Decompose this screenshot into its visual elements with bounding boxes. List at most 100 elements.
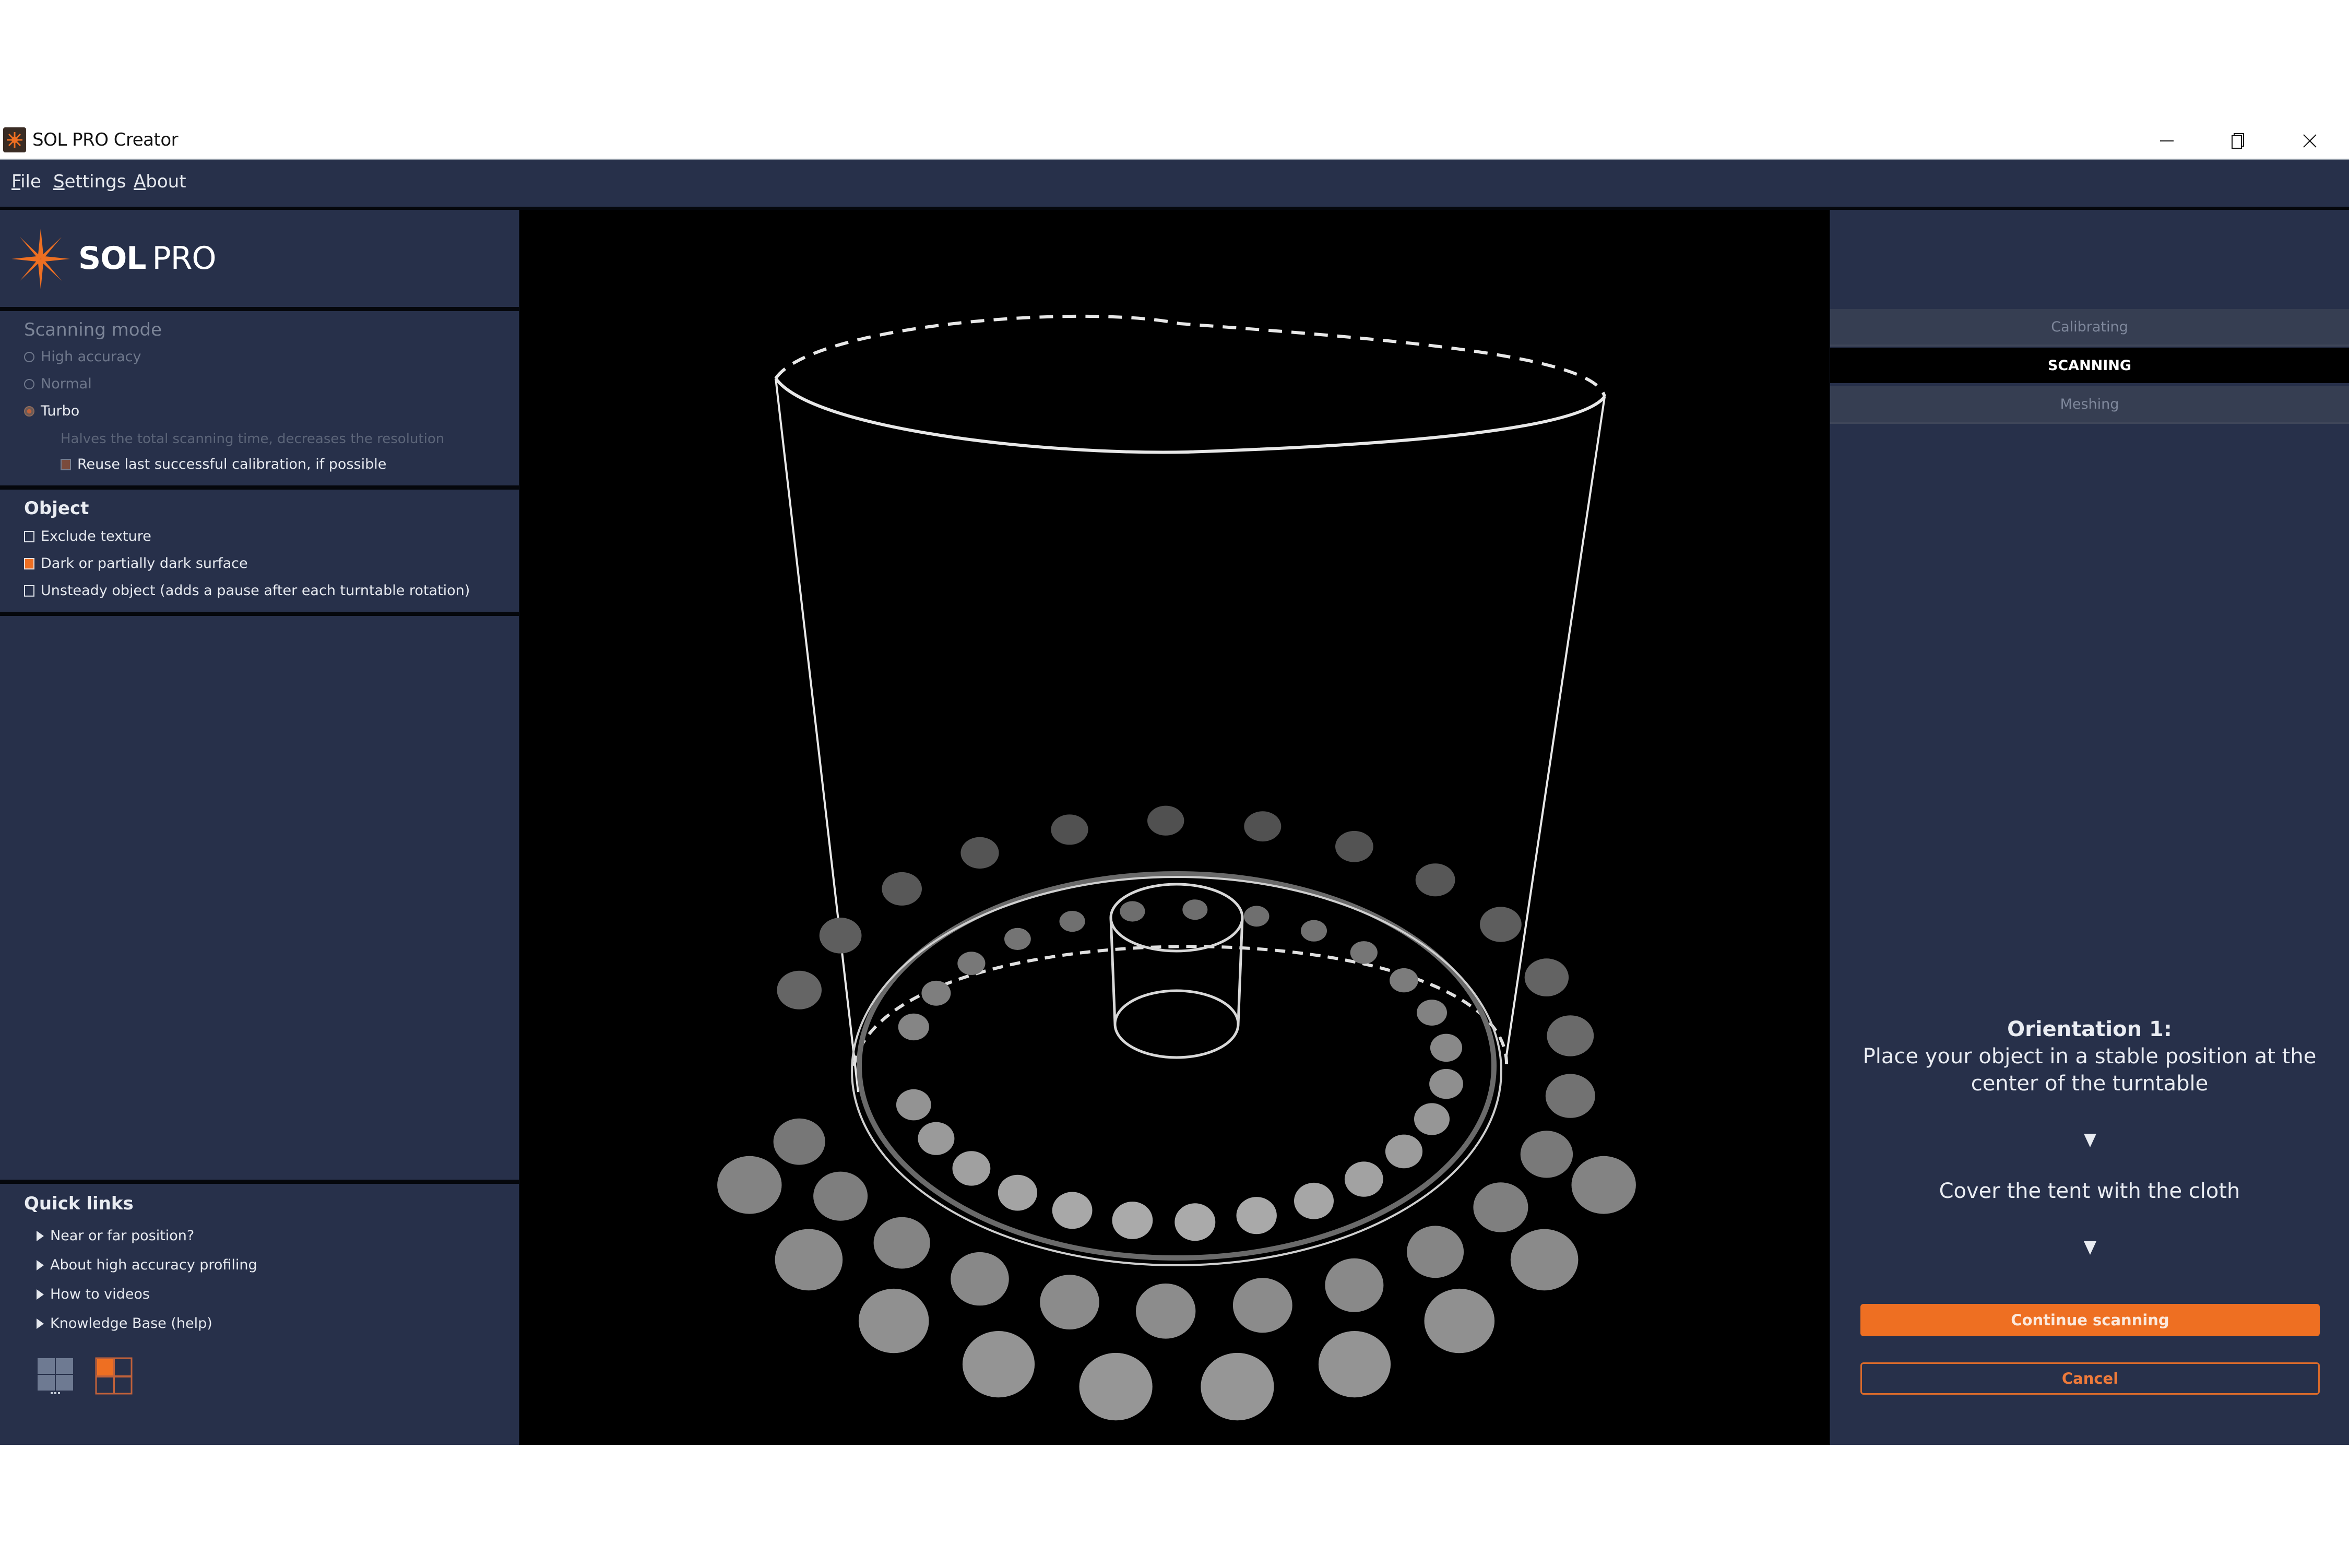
calibration-marker xyxy=(1059,911,1085,932)
calibration-marker xyxy=(1294,1182,1334,1219)
calibration-marker xyxy=(1244,811,1282,842)
quick-link-label: Near or far position? xyxy=(50,1228,195,1244)
tent-top-back-dashed xyxy=(774,314,1606,397)
radio-high-accuracy[interactable]: High accuracy xyxy=(24,349,141,365)
menu-settings-label: ettings xyxy=(64,171,126,192)
calibration-marker xyxy=(998,1174,1037,1211)
triangle-right-icon xyxy=(37,1289,44,1300)
checkbox-unsteady-object[interactable]: Unsteady object (adds a pause after each… xyxy=(24,583,470,599)
calibration-marker xyxy=(1201,1352,1274,1421)
calibration-marker xyxy=(1385,1134,1423,1169)
close-button[interactable] xyxy=(2286,126,2333,156)
quick-link[interactable]: About high accuracy profiling xyxy=(37,1257,257,1273)
split-layout-button[interactable] xyxy=(95,1357,133,1395)
calibration-marker xyxy=(1136,1284,1196,1339)
menu-settings[interactable]: Settings xyxy=(53,171,126,192)
calibration-marker xyxy=(1414,1103,1450,1135)
brand-sol: SOL xyxy=(78,240,146,277)
split-layout-icon xyxy=(95,1357,133,1395)
calibration-marker xyxy=(1430,1034,1463,1062)
scanning-mode-title: Scanning mode xyxy=(24,319,162,340)
calibration-marker xyxy=(873,1217,930,1269)
checkbox-reuse-calibration[interactable]: Reuse last successful calibration, if po… xyxy=(61,456,386,472)
object-right-edge xyxy=(1237,917,1244,1025)
turbo-hint: Halves the total scanning time, decrease… xyxy=(61,431,445,447)
scanning-mode-section: Scanning mode High accuracy Normal Turbo… xyxy=(0,311,519,485)
restore-button[interactable] xyxy=(2214,126,2261,156)
calibration-marker xyxy=(1301,920,1327,942)
calibration-marker xyxy=(1344,1161,1383,1197)
menu-file[interactable]: File xyxy=(11,171,41,192)
instruction-place-object: Place your object in a stable position a… xyxy=(1862,1044,2317,1096)
close-icon xyxy=(2303,134,2317,148)
turntable xyxy=(851,871,1509,1266)
calibration-marker xyxy=(1120,901,1145,922)
checkbox-label: Reuse last successful calibration, if po… xyxy=(77,456,387,472)
checkbox-icon xyxy=(24,530,34,542)
calibration-marker xyxy=(921,980,951,1006)
calibration-marker xyxy=(882,872,922,906)
arrow-down-icon xyxy=(2084,1134,2096,1147)
calibration-marker xyxy=(1335,830,1373,862)
arrow-down-icon xyxy=(2084,1241,2096,1255)
quick-link[interactable]: Near or far position? xyxy=(37,1228,194,1244)
calibration-marker xyxy=(1520,1131,1573,1178)
minimize-icon xyxy=(2160,140,2174,141)
3d-viewport[interactable] xyxy=(520,210,1829,1445)
radio-icon xyxy=(24,351,34,362)
calibration-marker xyxy=(960,837,999,869)
quick-link[interactable]: Knowledge Base (help) xyxy=(37,1315,212,1332)
calibration-marker xyxy=(1390,968,1418,993)
radio-normal[interactable]: Normal xyxy=(24,376,92,392)
scan-scene xyxy=(717,314,1636,1421)
menu-file-mnemonic: F xyxy=(11,171,21,192)
calibration-marker xyxy=(898,1013,929,1041)
calibration-marker xyxy=(1052,1192,1093,1229)
quick-link-label: Knowledge Base (help) xyxy=(50,1315,212,1332)
menu-about-mnemonic: A xyxy=(134,171,146,192)
sun-logo-icon xyxy=(7,132,22,148)
quick-link-label: How to videos xyxy=(50,1286,150,1302)
calibration-marker xyxy=(1415,863,1455,897)
triangle-right-icon xyxy=(37,1318,44,1329)
calibration-marker xyxy=(1051,814,1088,845)
cancel-button[interactable]: Cancel xyxy=(1860,1362,2320,1395)
calibration-marker xyxy=(1079,1352,1153,1421)
radio-selected-icon xyxy=(24,406,34,417)
calibration-marker xyxy=(1174,1203,1216,1241)
calibration-markers xyxy=(717,805,1636,1421)
grid-layout-button[interactable] xyxy=(37,1357,74,1395)
radio-turbo[interactable]: Turbo xyxy=(24,403,79,419)
calibration-marker xyxy=(1232,1278,1292,1333)
restore-icon xyxy=(2232,133,2244,149)
radio-icon xyxy=(24,378,34,389)
minimize-button[interactable] xyxy=(2143,126,2190,156)
checkbox-label: Dark or partially dark surface xyxy=(41,555,248,572)
calibration-marker xyxy=(1350,941,1378,964)
calibration-marker xyxy=(1318,1331,1391,1398)
triangle-right-icon xyxy=(37,1230,44,1241)
calibration-marker xyxy=(1424,1288,1495,1353)
calibration-marker xyxy=(1547,1015,1594,1056)
left-panel-spacer xyxy=(0,616,519,1180)
instruction-heading: Orientation 1: xyxy=(1830,1016,2349,1043)
calibration-marker xyxy=(1004,928,1031,950)
brand-pro: PRO xyxy=(152,240,217,277)
calibration-marker xyxy=(957,952,986,975)
triangle-right-icon xyxy=(37,1260,44,1270)
window-title: SOL PRO Creator xyxy=(32,129,179,150)
checkbox-label: Exclude texture xyxy=(41,528,151,544)
checkbox-exclude-texture[interactable]: Exclude texture xyxy=(24,528,151,544)
menu-about[interactable]: About xyxy=(134,171,186,192)
calibration-marker xyxy=(1545,1074,1595,1118)
quick-link[interactable]: How to videos xyxy=(37,1286,150,1302)
calibration-marker xyxy=(962,1331,1035,1398)
checkbox-dark-surface[interactable]: Dark or partially dark surface xyxy=(24,555,248,572)
menu-file-label: ile xyxy=(20,171,41,192)
menu-settings-mnemonic: S xyxy=(53,171,65,192)
tent-right-edge xyxy=(1505,396,1606,1056)
checkbox-label: Unsteady object (adds a pause after each… xyxy=(41,583,470,599)
continue-scanning-button[interactable]: Continue scanning xyxy=(1860,1304,2320,1336)
calibration-marker xyxy=(1243,906,1270,927)
calibration-marker xyxy=(773,1118,825,1165)
